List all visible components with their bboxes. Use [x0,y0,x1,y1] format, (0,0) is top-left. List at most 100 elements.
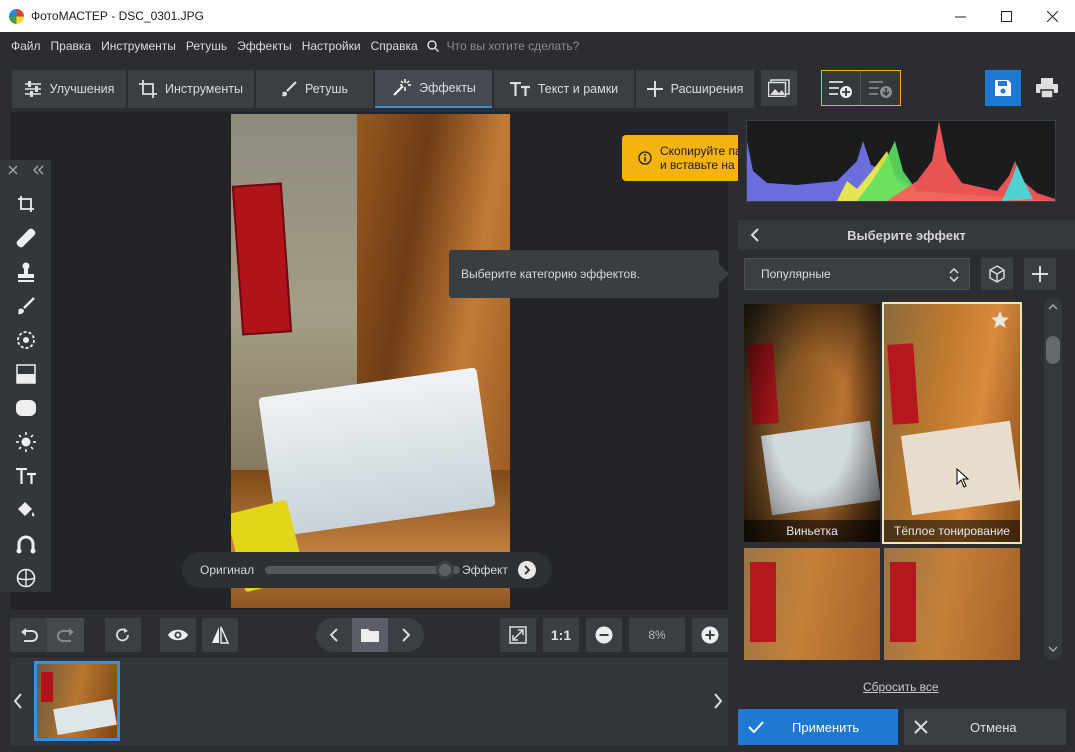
back-icon[interactable] [750,228,760,242]
paste-settings-button[interactable] [861,71,900,105]
filmstrip-thumbnail[interactable] [34,661,120,741]
menu-file[interactable]: Файл [6,39,46,53]
curves-icon [16,535,36,554]
tool-stamp[interactable] [13,259,39,285]
brush-icon [282,81,297,97]
copy-settings-button[interactable] [822,71,861,105]
category-select[interactable]: Популярные [744,258,970,290]
photo-library-button[interactable] [761,70,797,106]
compare-handle[interactable] [436,561,454,579]
crop-icon [139,80,158,98]
preview-button[interactable] [160,618,196,652]
open-folder-button[interactable] [352,618,388,652]
fit-screen-button[interactable] [500,618,536,652]
brush-icon [18,297,35,315]
tool-radial[interactable] [13,327,39,353]
menu-settings[interactable]: Настройки [297,39,366,53]
info-icon [638,151,652,165]
apply-button[interactable]: Применить [738,709,898,745]
app-logo-icon [9,8,24,24]
effects-scrollbar[interactable] [1044,298,1062,660]
zoom-value[interactable]: 8% [629,618,685,652]
tool-curves[interactable] [13,531,39,557]
maximize-button[interactable] [983,0,1029,32]
tab-label: Текст и рамки [537,82,619,96]
tool-vignette[interactable] [13,395,39,421]
tool-healing[interactable] [13,225,39,251]
copy-paste-settings-group [821,70,901,106]
main-photo [231,114,510,608]
effect-thumb-vignette[interactable]: Виньетка [744,304,880,542]
close-button[interactable] [1029,0,1075,32]
save-button[interactable] [985,70,1021,106]
photo-canvas[interactable] [10,112,728,610]
tool-gradient[interactable] [13,361,39,387]
tool-light[interactable] [13,429,39,455]
redo-button[interactable] [47,618,84,652]
menu-search[interactable]: Что вы хотите сделать? [426,39,579,53]
menu-retouch[interactable]: Ретушь [181,39,232,53]
plus-icon [1032,266,1048,282]
collapse-panel-icon[interactable] [32,165,44,175]
prev-photo-button[interactable] [316,628,352,642]
file-navigation [316,618,424,652]
3d-lut-button[interactable] [981,258,1013,290]
compare-track[interactable] [265,566,460,574]
tool-fill[interactable] [13,497,39,523]
effect-thumb-warm-toning[interactable]: Тёплое тонирование [882,302,1022,544]
filmstrip-prev-icon[interactable] [14,693,22,709]
menu-effects[interactable]: Эффекты [232,39,297,53]
tool-rotate-crop[interactable] [13,191,39,217]
tool-text[interactable] [13,463,39,489]
gradient-filter-icon [16,364,36,384]
favorite-star-icon[interactable] [990,310,1010,330]
panel-title: Выберите эффект [847,227,966,243]
text-icon [16,468,36,484]
tab-effects[interactable]: Эффекты [375,70,492,108]
tool-geometry[interactable] [13,565,39,591]
paint-bucket-icon [18,502,35,517]
close-panel-icon[interactable] [8,165,18,175]
tool-panel [0,160,51,592]
print-button[interactable] [1029,70,1065,106]
menu-edit[interactable]: Правка [46,39,97,53]
reset-rotate-button[interactable] [105,618,141,652]
menu-help[interactable]: Справка [366,39,423,53]
tab-enhancements[interactable]: Улучшения [12,70,126,108]
zoom-in-button[interactable] [692,618,728,652]
save-icon [995,80,1011,96]
filmstrip [10,658,728,746]
scroll-thumb[interactable] [1046,336,1060,364]
cube-icon [989,265,1005,283]
zoom-out-button[interactable] [586,618,622,652]
tool-brush[interactable] [13,293,39,319]
panel-header: Выберите эффект [738,220,1075,250]
compare-view-button[interactable] [202,618,238,652]
scroll-down-icon[interactable] [1048,646,1058,652]
effect-thumb-3[interactable] [744,548,880,660]
undo-button[interactable] [10,628,47,642]
actual-size-button[interactable]: 1:1 [543,618,579,652]
tab-extensions[interactable]: Расширения [636,70,754,108]
tab-retouch[interactable]: Ретушь [256,70,373,108]
tab-text-frames[interactable]: Текст и рамки [494,70,634,108]
next-photo-button[interactable] [388,628,424,642]
magic-wand-icon [393,79,412,96]
filmstrip-next-icon[interactable] [714,693,722,709]
compare-next-button[interactable] [518,561,536,579]
reset-all-link[interactable]: Сбросить все [863,680,939,694]
menu-tools[interactable]: Инструменты [96,39,181,53]
mouse-cursor-icon [956,468,970,488]
tab-label: Улучшения [49,82,115,96]
vignette-icon [16,400,36,416]
minimize-button[interactable] [937,0,983,32]
chevron-left-icon [330,628,338,642]
tab-tools[interactable]: Инструменты [128,70,254,108]
scroll-up-icon[interactable] [1048,304,1058,310]
cancel-button[interactable]: Отмена [904,709,1066,745]
effect-thumb-4[interactable] [884,548,1020,660]
select-arrows-icon [949,268,959,282]
add-effect-button[interactable] [1024,258,1056,290]
histogram-chart [747,121,1055,201]
rotate-crop-icon [18,196,34,212]
